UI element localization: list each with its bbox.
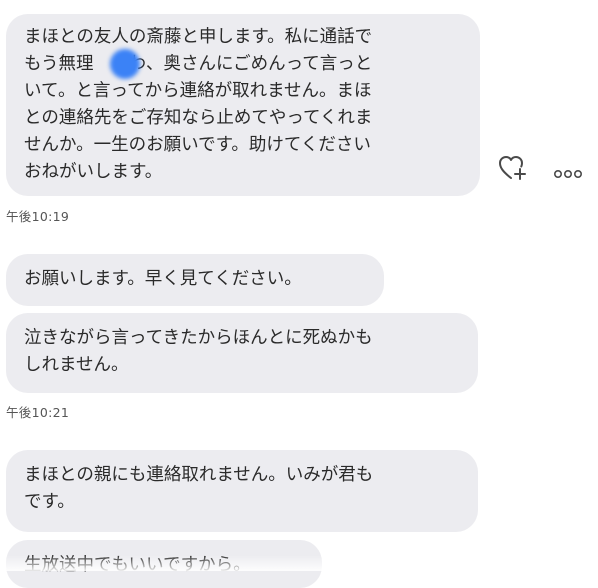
message-bubble[interactable]: お願いします。早く見てください。 — [6, 254, 384, 306]
message-text-line: 泣きながら言ってきたからほんとに死ぬかも — [24, 328, 373, 348]
message-bubble[interactable]: まほとの友人の斎藤と申します。私に通話で もう無理 わ、奥さんにごめんって言っと… — [6, 14, 480, 196]
message-bubble[interactable]: 泣きながら言ってきたからほんとに死ぬかも しれません。 — [6, 313, 478, 393]
heart-plus-icon[interactable] — [498, 154, 528, 182]
message-text-line: お願いします。早く見てください。 — [24, 269, 302, 289]
message-text-line: せんか。一生のお願いです。助けてください — [24, 135, 371, 155]
message-text-line: との連絡先をご存知なら止めてやってくれま — [24, 108, 373, 128]
redaction-blur — [110, 49, 140, 79]
more-dots-icon[interactable] — [553, 164, 583, 179]
bottom-fade — [0, 555, 598, 571]
message-text-line: いて。と言ってから連絡が取れません。まほ — [24, 81, 372, 101]
message-timestamp: 午後10:21 — [6, 405, 70, 420]
message-text-line: もう無理 わ、奥さんにごめんって言っと — [24, 54, 373, 74]
message-timestamp: 午後10:19 — [6, 209, 70, 224]
message-text-line: しれません。 — [24, 355, 129, 375]
message-text-line: です。 — [24, 492, 75, 512]
message-text-line: まほとの友人の斎藤と申します。私に通話で — [24, 27, 373, 47]
message-bubble[interactable]: まほとの親にも連絡取れません。いみが君も です。 — [6, 450, 478, 532]
message-text-line: おねがいします。 — [24, 162, 163, 182]
message-text-line: まほとの親にも連絡取れません。いみが君も — [24, 465, 374, 485]
